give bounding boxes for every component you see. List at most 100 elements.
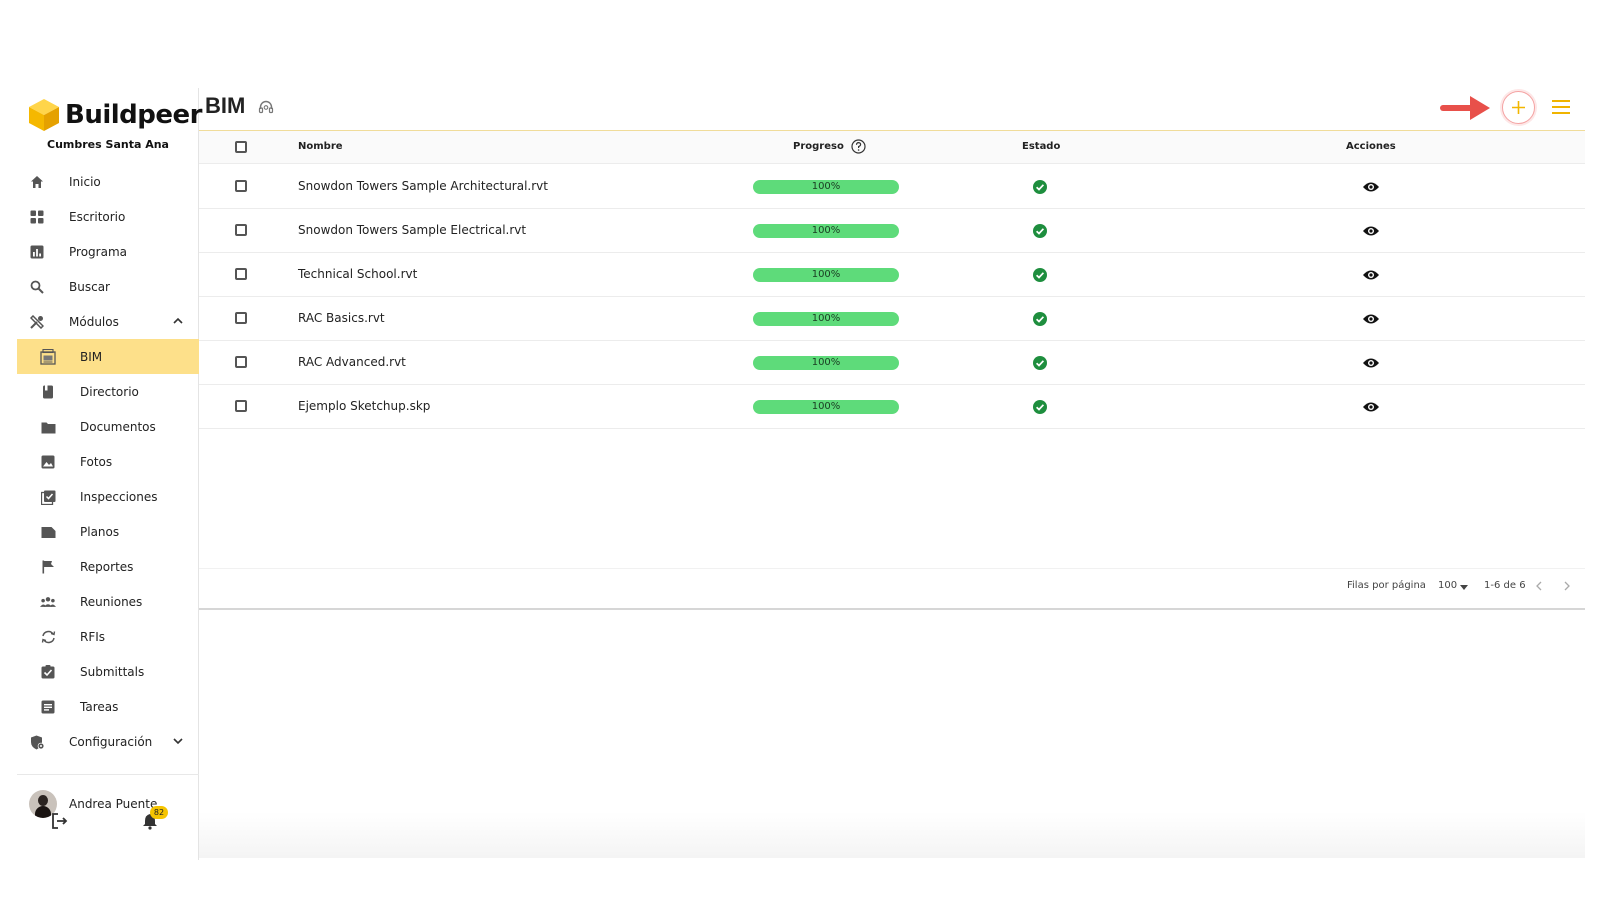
file-name: Snowdon Towers Sample Electrical.rvt [298, 223, 527, 237]
view-eye-icon[interactable] [1362, 357, 1380, 369]
column-header-actions: Acciones [1346, 141, 1396, 152]
page-title: BIM [205, 93, 246, 118]
settings-icon [29, 734, 45, 750]
chevron-up-icon[interactable] [171, 314, 185, 328]
book-icon [40, 384, 56, 400]
sidebar-item-reportes[interactable]: Reportes [17, 549, 199, 584]
sidebar-item-label: Directorio [80, 384, 139, 399]
logout-icon[interactable] [51, 812, 69, 830]
progress-bar: 100% [753, 224, 899, 238]
next-page-icon[interactable] [1562, 580, 1572, 592]
row-checkbox[interactable] [235, 268, 247, 280]
checklist-icon [40, 489, 56, 505]
sidebar-item-buscar[interactable]: Buscar [17, 269, 199, 304]
sidebar-nav: Inicio Escritorio Programa Buscar Módulo… [17, 164, 199, 759]
status-complete-icon [1033, 312, 1047, 326]
caret-down-icon[interactable] [1460, 585, 1468, 590]
sidebar-item-modulos[interactable]: Módulos [17, 304, 199, 339]
file-name: Ejemplo Sketchup.skp [298, 399, 431, 413]
sidebar-item-label: Buscar [69, 279, 110, 294]
view-eye-icon[interactable] [1362, 313, 1380, 325]
sidebar-item-fotos[interactable]: Fotos [17, 444, 199, 479]
brand[interactable]: Buildpeer [27, 95, 202, 135]
search-icon [29, 279, 45, 295]
status-complete-icon [1033, 268, 1047, 282]
user-name: Andrea Puente [69, 797, 158, 811]
row-checkbox[interactable] [235, 312, 247, 324]
sidebar-item-label: Submittals [80, 664, 145, 679]
sidebar-item-rfis[interactable]: RFIs [17, 619, 199, 654]
help-icon[interactable] [851, 139, 866, 154]
menu-button[interactable] [1552, 100, 1570, 114]
sidebar-item-label: BIM [80, 349, 103, 364]
buildpeer-logo-icon [29, 99, 59, 131]
plans-icon [40, 524, 56, 540]
pagination-range: 1-6 de 6 [1484, 580, 1526, 591]
view-eye-icon[interactable] [1362, 225, 1380, 237]
arrow-right-icon [1440, 96, 1490, 120]
sidebar-item-label: Inspecciones [80, 489, 158, 504]
view-eye-icon[interactable] [1362, 401, 1380, 413]
row-checkbox[interactable] [235, 180, 247, 192]
view-eye-icon[interactable] [1362, 181, 1380, 193]
sidebar-item-submittals[interactable]: Submittals [17, 654, 199, 689]
file-name: RAC Basics.rvt [298, 311, 385, 325]
row-checkbox[interactable] [235, 356, 247, 368]
column-header-name[interactable]: Nombre [298, 141, 343, 152]
sidebar-item-escritorio[interactable]: Escritorio [17, 199, 199, 234]
sidebar-item-label: Tareas [80, 699, 119, 714]
table-row[interactable]: RAC Basics.rvt 100% [199, 297, 1585, 341]
sidebar-item-planos[interactable]: Planos [17, 514, 199, 549]
sidebar-item-bim[interactable]: BIM [17, 339, 199, 374]
table-row[interactable]: RAC Advanced.rvt 100% [199, 341, 1585, 385]
sidebar-item-label: Configuración [69, 734, 153, 749]
image-icon [40, 454, 56, 470]
rows-per-page-select[interactable]: 100 [1438, 580, 1457, 591]
progress-bar: 100% [753, 356, 899, 370]
table-row[interactable]: Snowdon Towers Sample Architectural.rvt 1… [199, 165, 1585, 209]
file-name: Snowdon Towers Sample Architectural.rvt [298, 179, 548, 193]
add-button[interactable] [1502, 91, 1535, 124]
sidebar-item-tareas[interactable]: Tareas [17, 689, 199, 724]
column-header-status[interactable]: Estado [1022, 141, 1060, 152]
progress-bar: 100% [753, 268, 899, 282]
file-name: RAC Advanced.rvt [298, 355, 406, 369]
check-box-icon [40, 664, 56, 680]
flag-icon [40, 559, 56, 575]
sidebar-item-label: Inicio [69, 174, 101, 189]
divider [17, 774, 199, 775]
status-complete-icon [1033, 356, 1047, 370]
sync-icon [40, 629, 56, 645]
column-header-progress[interactable]: Progreso [793, 141, 844, 152]
sidebar-item-documentos[interactable]: Documentos [17, 409, 199, 444]
user-profile[interactable]: Andrea Puente [29, 790, 157, 818]
sidebar-item-directorio[interactable]: Directorio [17, 374, 199, 409]
view-eye-icon[interactable] [1362, 269, 1380, 281]
sidebar-item-label: Programa [69, 244, 127, 259]
task-icon [40, 699, 56, 715]
table-row[interactable]: Snowdon Towers Sample Electrical.rvt 100% [199, 209, 1585, 253]
sidebar-item-inicio[interactable]: Inicio [17, 164, 199, 199]
sidebar-item-reuniones[interactable]: Reuniones [17, 584, 199, 619]
sidebar-item-inspecciones[interactable]: Inspecciones [17, 479, 199, 514]
table-header: Nombre Progreso Estado Acciones [199, 131, 1585, 164]
prev-page-icon[interactable] [1534, 580, 1544, 592]
support-icon[interactable] [258, 99, 274, 115]
sidebar-item-programa[interactable]: Programa [17, 234, 199, 269]
table-row[interactable]: Technical School.rvt 100% [199, 253, 1585, 297]
sidebar-item-configuracion[interactable]: Configuración [17, 724, 199, 759]
progress-bar: 100% [753, 312, 899, 326]
file-name: Technical School.rvt [298, 267, 418, 281]
sidebar: Buildpeer Cumbres Santa Ana Inicio Escri… [17, 88, 202, 860]
status-complete-icon [1033, 224, 1047, 238]
select-all-checkbox[interactable] [235, 141, 247, 153]
dashboard-icon [29, 209, 45, 225]
row-checkbox[interactable] [235, 400, 247, 412]
row-checkbox[interactable] [235, 224, 247, 236]
sidebar-item-label: Escritorio [69, 209, 126, 224]
sidebar-item-label: Fotos [80, 454, 113, 469]
brand-name: Buildpeer [65, 100, 202, 130]
table-row[interactable]: Ejemplo Sketchup.skp 100% [199, 385, 1585, 429]
chevron-down-icon[interactable] [171, 734, 185, 748]
plus-icon [1512, 101, 1525, 114]
